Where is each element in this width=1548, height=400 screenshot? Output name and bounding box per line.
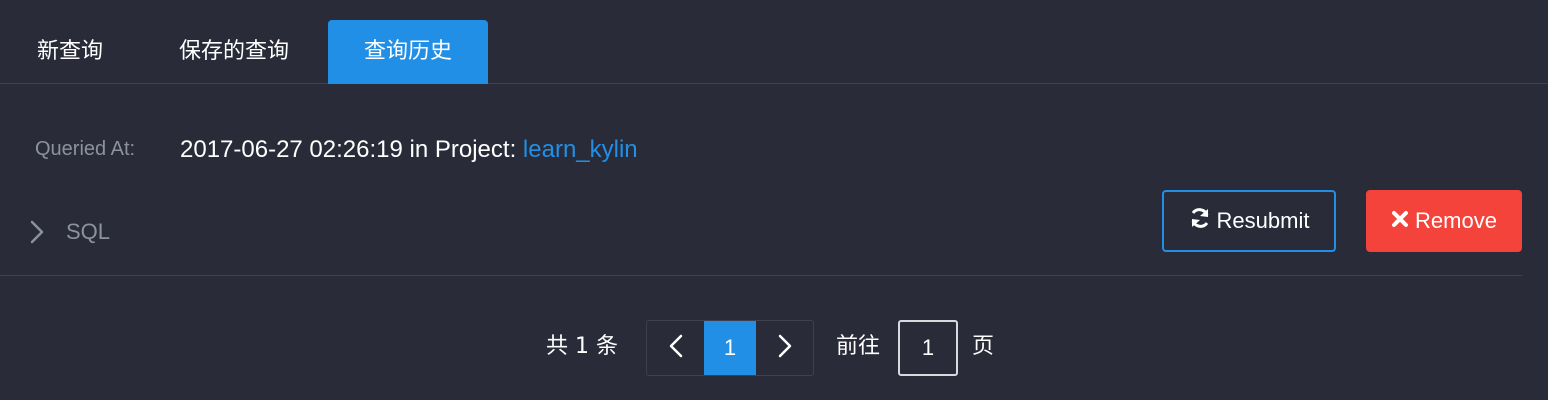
tab-saved-queries[interactable]: 保存的查询 — [148, 20, 320, 84]
resubmit-button[interactable]: Resubmit — [1162, 190, 1336, 252]
remove-label: Remove — [1415, 208, 1497, 233]
remove-button[interactable]: Remove — [1366, 190, 1522, 252]
prev-page-button[interactable] — [647, 321, 704, 375]
query-tabs: 新查询 保存的查询 查询历史 — [0, 0, 1548, 84]
sql-label: SQL — [66, 219, 111, 244]
in-project-text: in Project: — [409, 136, 517, 163]
next-page-button[interactable] — [756, 321, 813, 375]
goto-label: 前往 — [836, 334, 881, 359]
chevron-right-icon — [30, 220, 44, 244]
refresh-icon — [1189, 207, 1217, 235]
tab-query-history[interactable]: 查询历史 — [328, 20, 488, 84]
sql-toggle[interactable]: SQL — [30, 212, 110, 252]
page-unit-label: 页 — [972, 334, 995, 359]
divider — [0, 275, 1522, 276]
chevron-right-icon — [778, 334, 792, 362]
chevron-left-icon — [669, 334, 683, 362]
resubmit-label: Resubmit — [1216, 208, 1310, 233]
tab-new-query[interactable]: 新查询 — [12, 20, 128, 84]
page-1-button[interactable]: 1 — [704, 321, 756, 375]
close-icon — [1391, 208, 1415, 234]
project-link[interactable]: learn_kylin — [523, 136, 638, 163]
query-timestamp: 2017-06-27 02:26:19 — [180, 136, 403, 163]
pagination-total: 共 1 条 — [546, 334, 618, 359]
queried-at-label: Queried At: — [35, 138, 136, 160]
pagination: 1 — [646, 320, 814, 376]
goto-page-input[interactable] — [898, 320, 958, 376]
query-info: 2017-06-27 02:26:19 in Project: learn_ky… — [180, 136, 638, 164]
